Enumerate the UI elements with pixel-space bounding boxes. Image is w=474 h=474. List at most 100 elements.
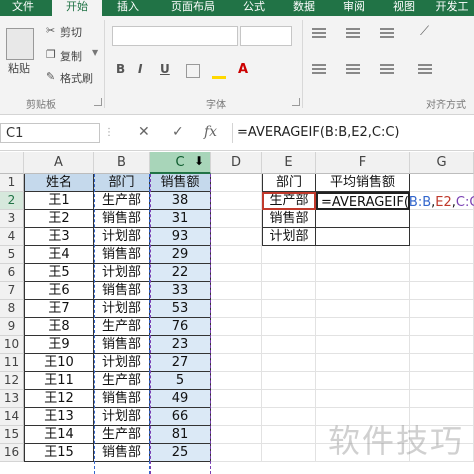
table-cell[interactable]: 29: [150, 246, 211, 264]
cell[interactable]: [211, 228, 262, 246]
format-painter-button[interactable]: 格式刷: [60, 70, 93, 86]
cell[interactable]: [262, 372, 316, 390]
cell[interactable]: [211, 408, 262, 426]
table-cell[interactable]: 王1: [24, 192, 94, 210]
table-cell[interactable]: 计划部: [94, 354, 150, 372]
row-header[interactable]: 1: [0, 174, 24, 192]
cell[interactable]: [262, 408, 316, 426]
align-top-icon[interactable]: [312, 28, 326, 30]
table-cell[interactable]: 计划部: [262, 228, 316, 246]
tab-home[interactable]: 开始: [52, 0, 102, 16]
bold-button[interactable]: B: [116, 62, 125, 76]
table-cell[interactable]: 王8: [24, 318, 94, 336]
column-header-d[interactable]: D: [211, 152, 262, 174]
cell[interactable]: [262, 264, 316, 282]
cell[interactable]: [211, 318, 262, 336]
row-header[interactable]: 6: [0, 264, 24, 282]
table-cell[interactable]: 31: [150, 210, 211, 228]
cancel-icon[interactable]: ✕: [138, 124, 150, 140]
cell[interactable]: [262, 246, 316, 264]
cell[interactable]: [211, 426, 262, 444]
table-cell[interactable]: 49: [150, 390, 211, 408]
tab-insert[interactable]: 插入: [108, 0, 148, 16]
cell[interactable]: [262, 282, 316, 300]
paste-button[interactable]: 粘贴: [8, 60, 30, 76]
table-cell[interactable]: 销售部: [94, 246, 150, 264]
table-cell[interactable]: 王11: [24, 372, 94, 390]
cell[interactable]: [262, 318, 316, 336]
table-cell[interactable]: 王7: [24, 300, 94, 318]
table-header-cell[interactable]: 销售额: [150, 174, 211, 192]
cell[interactable]: [410, 264, 474, 282]
table-cell[interactable]: 81: [150, 426, 211, 444]
cell[interactable]: [211, 390, 262, 408]
cell[interactable]: [316, 354, 410, 372]
table-cell[interactable]: 生产部: [94, 426, 150, 444]
table-cell[interactable]: 计划部: [94, 408, 150, 426]
cell[interactable]: [211, 264, 262, 282]
italic-button[interactable]: I: [138, 62, 142, 76]
table-cell[interactable]: 66: [150, 408, 211, 426]
cell[interactable]: [410, 318, 474, 336]
table-cell[interactable]: 王12: [24, 390, 94, 408]
table-cell[interactable]: 33: [150, 282, 211, 300]
insert-function-icon[interactable]: fx: [204, 124, 217, 140]
cell[interactable]: [316, 318, 410, 336]
enter-icon[interactable]: ✓: [172, 124, 184, 140]
cell[interactable]: [316, 390, 410, 408]
cell[interactable]: [316, 282, 410, 300]
table-cell[interactable]: 王15: [24, 444, 94, 462]
cell[interactable]: [262, 300, 316, 318]
table-cell[interactable]: 王2: [24, 210, 94, 228]
table-cell[interactable]: 53: [150, 300, 211, 318]
table-cell[interactable]: 38: [150, 192, 211, 210]
table-cell[interactable]: 25: [150, 444, 211, 462]
clipboard-icon[interactable]: [6, 28, 34, 60]
cell[interactable]: [410, 390, 474, 408]
tab-page-layout[interactable]: 页面布局: [160, 0, 226, 16]
table-header-cell[interactable]: 部门: [262, 174, 316, 192]
select-all-corner[interactable]: [0, 152, 24, 174]
table-cell[interactable]: 销售部: [94, 390, 150, 408]
cell[interactable]: [262, 336, 316, 354]
cell[interactable]: [410, 174, 474, 192]
cell[interactable]: [262, 354, 316, 372]
cell[interactable]: [211, 444, 262, 462]
table-cell[interactable]: 王5: [24, 264, 94, 282]
dialog-launcher-icon[interactable]: [94, 98, 102, 106]
cell[interactable]: [410, 354, 474, 372]
cell[interactable]: [316, 300, 410, 318]
column-header-e[interactable]: E: [262, 152, 316, 174]
cell[interactable]: [316, 372, 410, 390]
cell[interactable]: [211, 282, 262, 300]
table-cell[interactable]: 计划部: [94, 300, 150, 318]
table-cell[interactable]: 23: [150, 336, 211, 354]
row-header[interactable]: 5: [0, 246, 24, 264]
row-header[interactable]: 2: [0, 192, 24, 210]
tab-file[interactable]: 文件: [2, 0, 44, 16]
table-cell[interactable]: 27: [150, 354, 211, 372]
column-header-b[interactable]: B: [94, 152, 150, 174]
cell[interactable]: [410, 300, 474, 318]
cell[interactable]: [211, 372, 262, 390]
table-cell[interactable]: 计划部: [94, 264, 150, 282]
row-header[interactable]: 13: [0, 390, 24, 408]
underline-button[interactable]: U: [160, 62, 170, 76]
table-cell[interactable]: 22: [150, 264, 211, 282]
table-cell[interactable]: 销售部: [94, 282, 150, 300]
align-center-icon[interactable]: [346, 64, 360, 66]
align-bottom-icon[interactable]: [380, 28, 394, 30]
align-right-icon[interactable]: [380, 64, 394, 66]
fill-color-icon[interactable]: [212, 64, 226, 79]
cell[interactable]: [211, 336, 262, 354]
column-header-a[interactable]: A: [24, 152, 94, 174]
table-header-cell[interactable]: 平均销售额: [316, 174, 410, 192]
cell[interactable]: [262, 426, 316, 444]
cell[interactable]: [211, 354, 262, 372]
cell[interactable]: [316, 264, 410, 282]
table-cell[interactable]: 销售部: [94, 444, 150, 462]
cell[interactable]: [316, 246, 410, 264]
table-cell[interactable]: 销售部: [94, 210, 150, 228]
cell[interactable]: [262, 444, 316, 462]
align-middle-icon[interactable]: [346, 28, 360, 30]
